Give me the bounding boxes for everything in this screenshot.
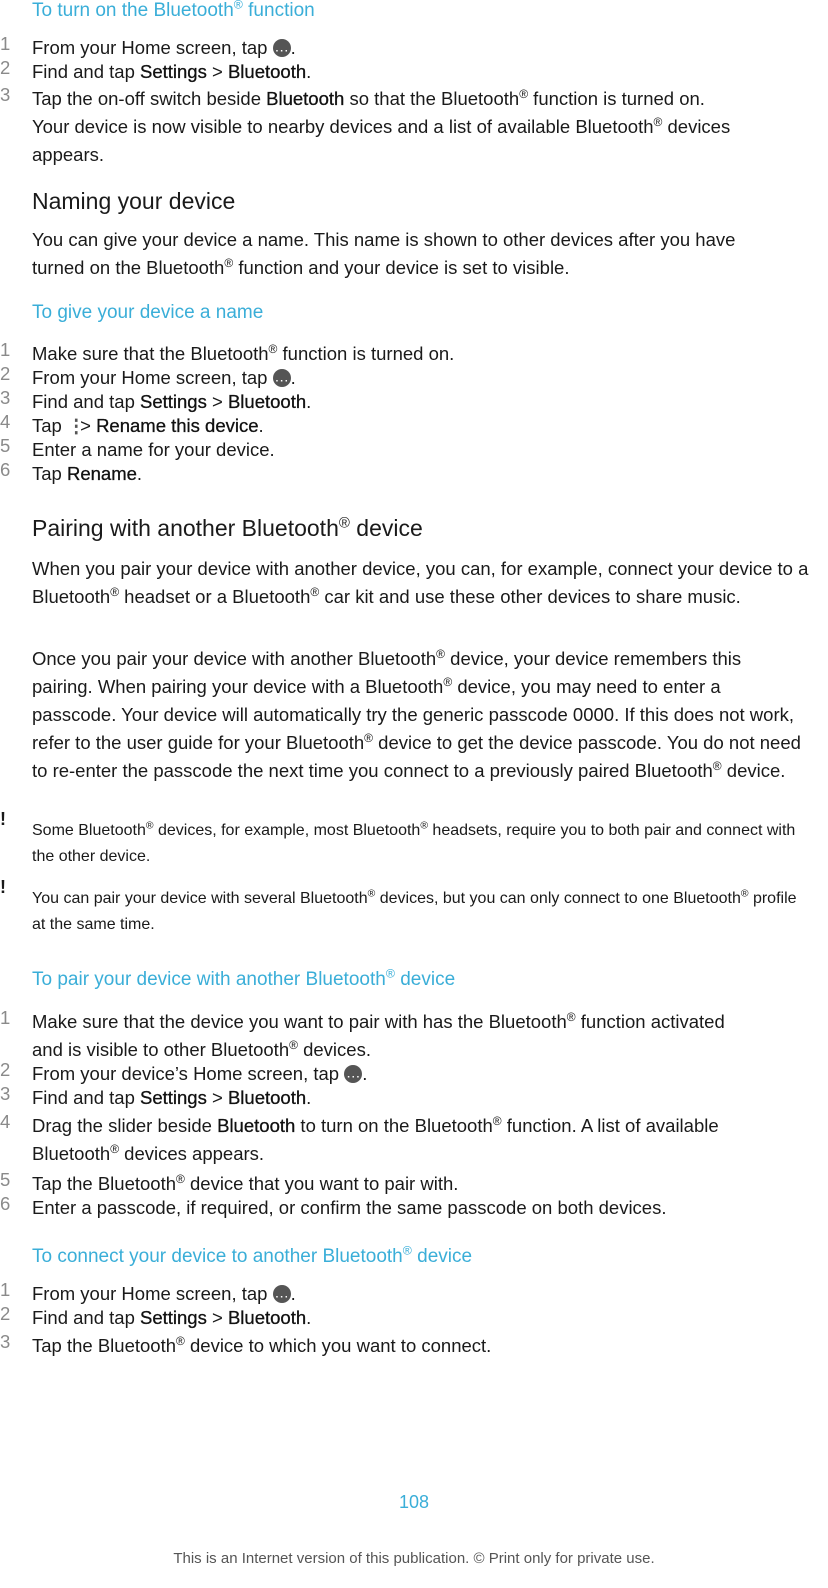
step-number: 2 <box>0 57 11 78</box>
warning-icon: ! <box>0 877 6 897</box>
apps-icon <box>272 1282 291 1310</box>
apps-icon <box>272 366 291 394</box>
give-name-heading: To give your device a name <box>32 302 264 323</box>
pair-device-heading: To pair your device with another Bluetoo… <box>32 966 456 990</box>
pairing-body-2: Once you pair your device with another B… <box>32 646 801 781</box>
warning-icon: ! <box>0 809 6 829</box>
pairing-body-1: When you pair your device with another d… <box>32 558 809 607</box>
pairing-section-title: Pairing with another Bluetooth® device <box>32 514 423 541</box>
page-number: 108 <box>398 1492 430 1512</box>
connect-device-heading: To connect your device to another Blueto… <box>32 1243 473 1267</box>
footer-notice: This is an Internet version of this publ… <box>173 1550 655 1567</box>
naming-body: You can give your device a name. This na… <box>32 229 736 278</box>
naming-section-title: Naming your device <box>32 188 236 214</box>
apps-icon <box>272 36 291 64</box>
turn-on-bluetooth-heading: To turn on the Bluetooth® function <box>32 0 315 21</box>
step-number: 3 <box>0 84 11 105</box>
apps-icon <box>344 1062 363 1090</box>
